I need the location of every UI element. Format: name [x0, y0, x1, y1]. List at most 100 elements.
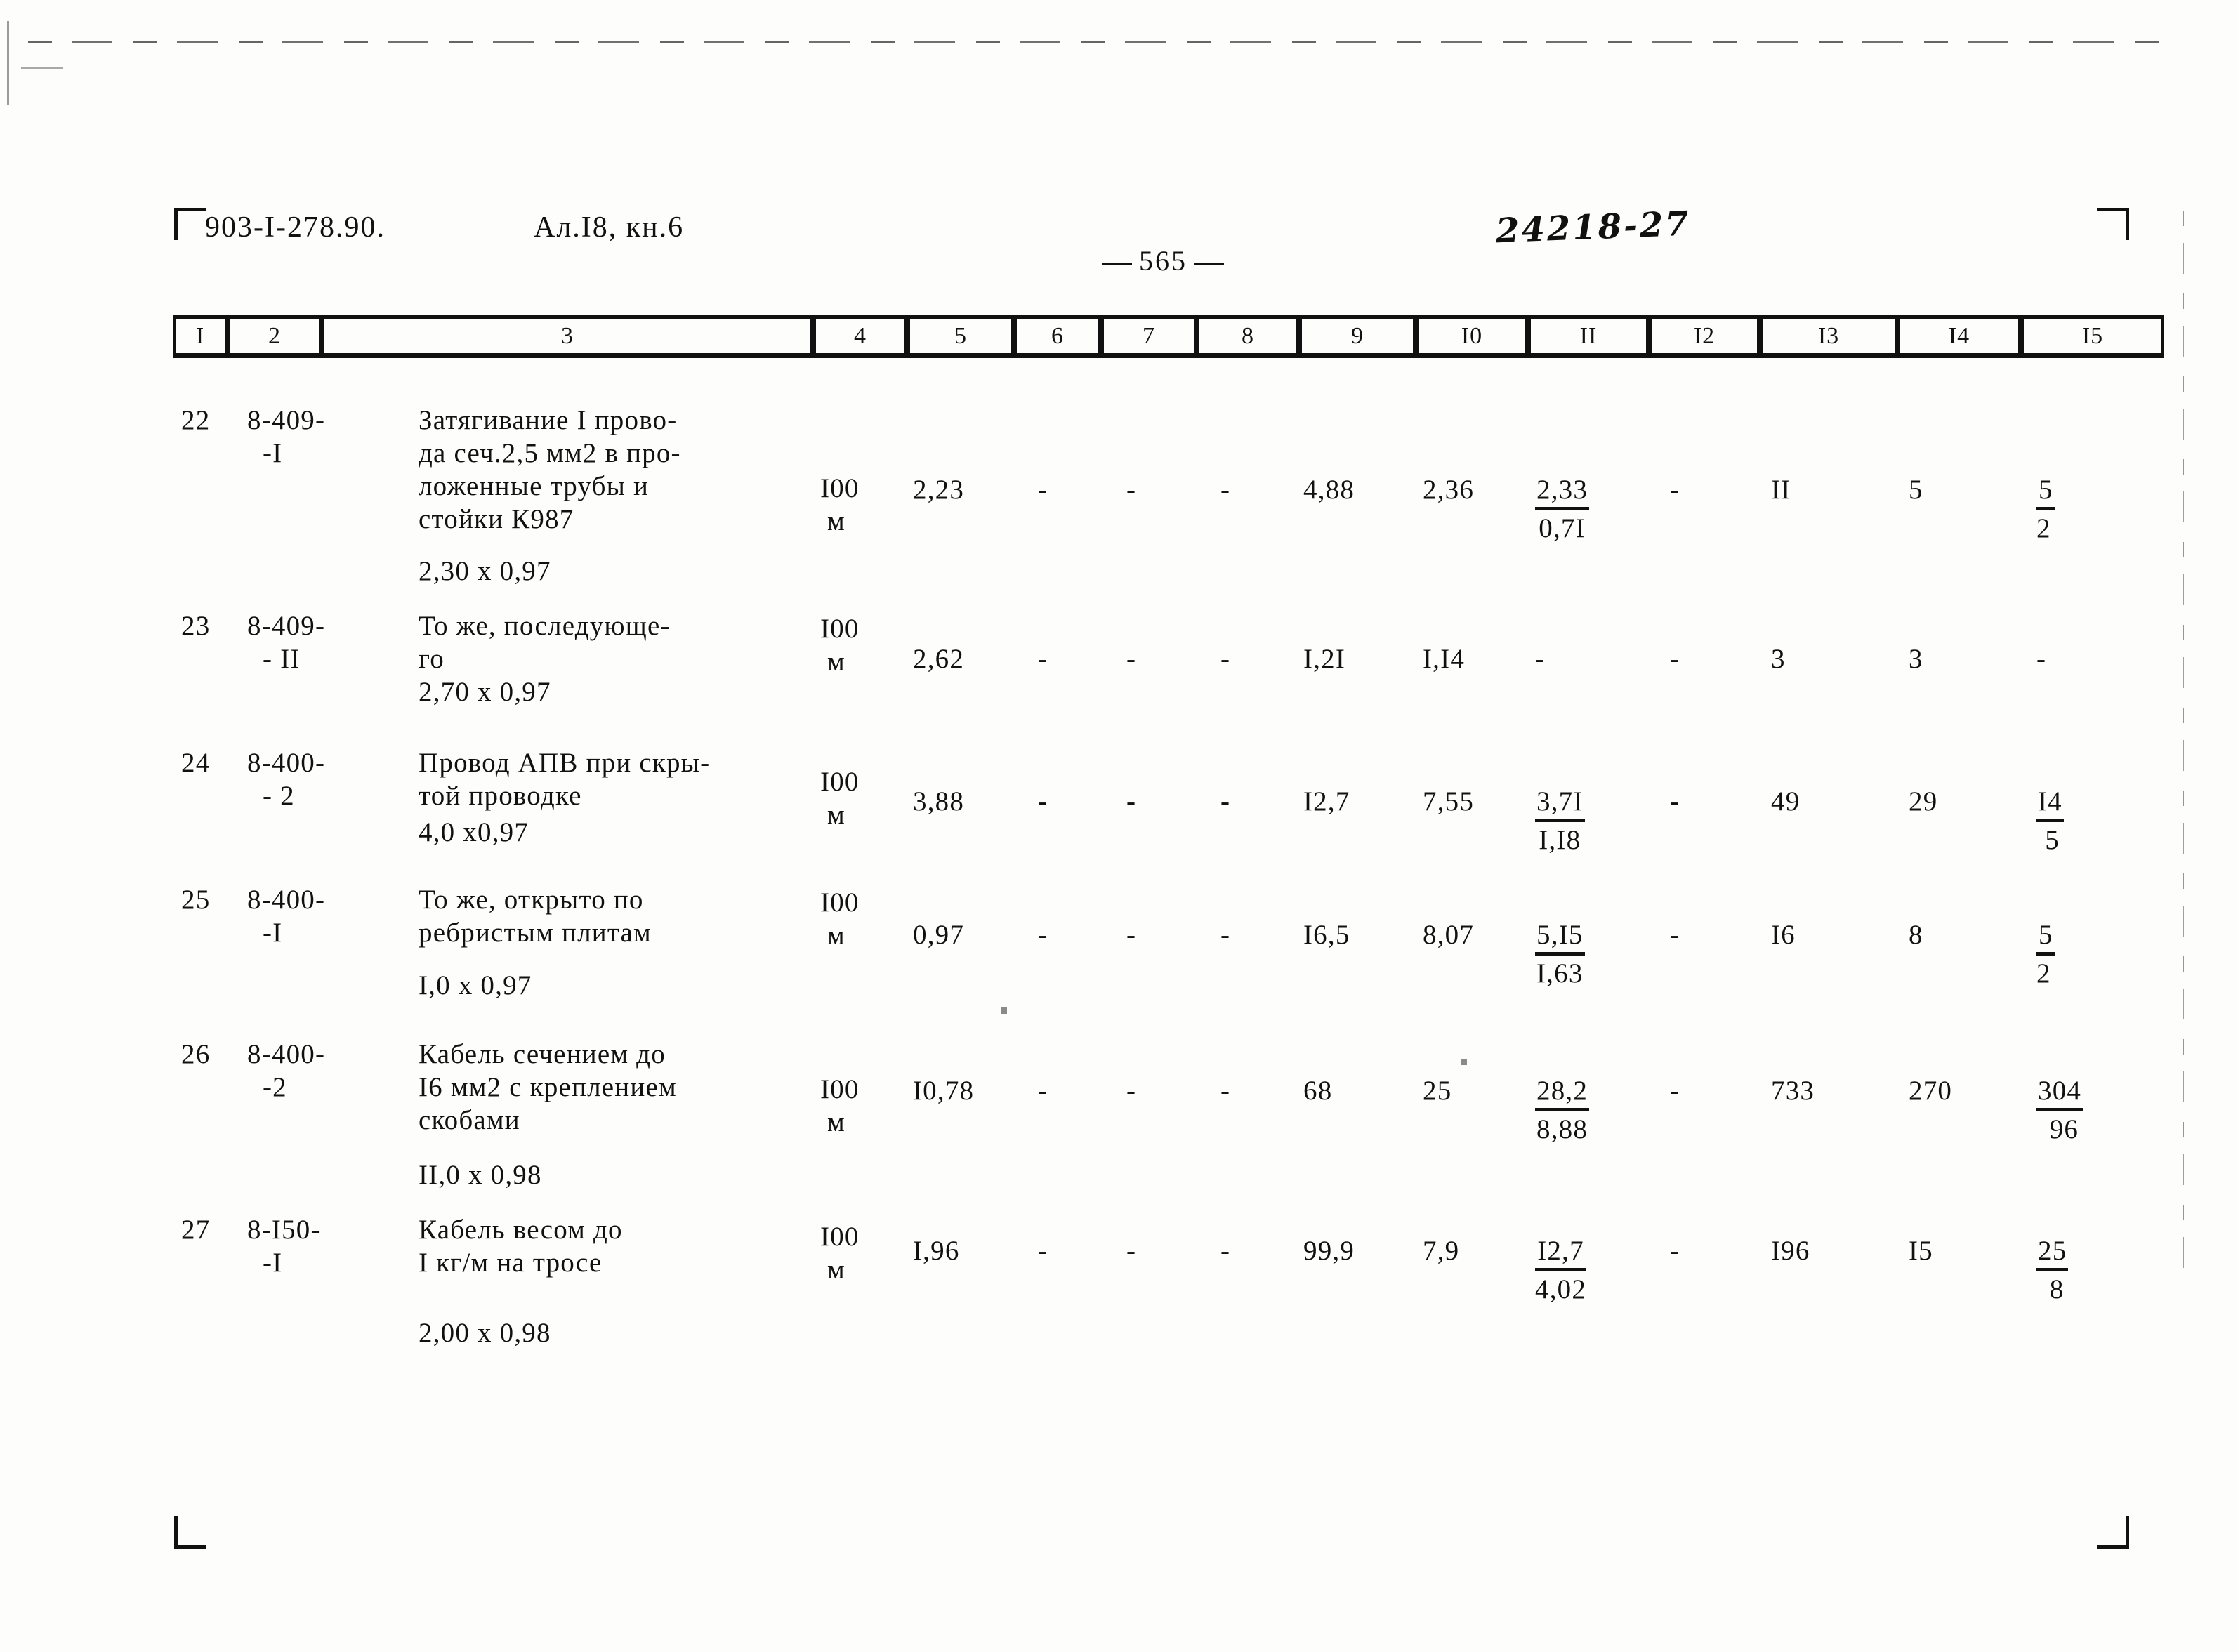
unit-measure: м	[827, 920, 845, 951]
unit-measure: м	[827, 1107, 845, 1137]
column-header-8: 8	[1197, 319, 1299, 353]
column-header-7: 7	[1101, 319, 1197, 353]
value-col-14: 270	[1909, 1076, 1953, 1106]
row-norm-code: 8-400- - 2	[247, 746, 353, 812]
row-unit: I00 м	[820, 472, 919, 538]
value-col-8: -	[1220, 1076, 1231, 1106]
row-unit: I00 м	[820, 886, 919, 952]
value-col-11-numerator: 5,I5	[1535, 918, 1585, 956]
scan-edge-artifact-left	[7, 21, 9, 105]
page-number: 565	[1095, 244, 1231, 277]
value-col-15: 25 8	[2036, 1234, 2114, 1306]
corner-mark-bottom-right	[2097, 1516, 2129, 1549]
value-col-11-numerator: 3,7I	[1535, 785, 1585, 822]
unit-quantity: I00	[820, 1222, 860, 1252]
description-line-1: Кабель сечением до	[419, 1039, 666, 1069]
value-col-11: 5,I5 I,63	[1535, 918, 1640, 990]
row-position-number: 23	[181, 611, 211, 641]
row-norm-code: 8-400- -I	[247, 883, 353, 949]
value-col-10: 7,55	[1423, 786, 1475, 817]
corner-mark-bottom-left	[174, 1516, 206, 1549]
value-col-8: -	[1220, 644, 1231, 674]
row-unit: I00 м	[820, 1220, 919, 1286]
description-line-1: Затягивание I прово-	[419, 405, 678, 435]
value-col-9: I2,7	[1303, 786, 1350, 817]
value-col-6: -	[1038, 786, 1048, 817]
column-header-2: 2	[228, 319, 322, 353]
norm-code-line-1: 8-409-	[247, 405, 326, 435]
unit-measure: м	[827, 506, 845, 536]
value-col-10: 25	[1423, 1076, 1452, 1106]
row-position-number: 25	[181, 885, 211, 915]
column-header-13: I3	[1760, 319, 1897, 353]
value-col-13: II	[1771, 475, 1791, 505]
page-number-value: 565	[1139, 245, 1187, 277]
unit-quantity: I00	[820, 1074, 860, 1104]
value-col-5: I0,78	[913, 1076, 975, 1106]
norm-code-line-2: - II	[263, 644, 301, 674]
norm-code-line-1: 8-400-	[247, 748, 326, 778]
value-col-10: 2,36	[1423, 475, 1475, 505]
value-col-14: I5	[1909, 1236, 1933, 1266]
value-col-11: -	[1535, 644, 1546, 674]
row-unit: I00 м	[820, 1073, 919, 1139]
value-col-8: -	[1220, 1236, 1231, 1266]
value-col-11-denominator: 0,7I	[1539, 513, 1586, 543]
value-col-9: I,2I	[1303, 644, 1346, 674]
unit-quantity: I00	[820, 473, 860, 503]
scan-speck	[1461, 1059, 1467, 1065]
value-col-13: I96	[1771, 1236, 1810, 1266]
value-col-13: I6	[1771, 920, 1796, 950]
scan-speck	[1001, 1007, 1007, 1014]
norm-code-line-2: -I	[263, 1248, 283, 1278]
norm-code-line-2: -I	[263, 918, 283, 948]
norm-code-line-2: -I	[263, 438, 283, 468]
column-header-3: 3	[322, 319, 813, 353]
value-col-12: -	[1670, 1236, 1680, 1266]
row-norm-code: 8-400- -2	[247, 1038, 353, 1104]
value-col-10: I,I4	[1423, 644, 1466, 674]
value-col-15-denominator: 8	[2049, 1274, 2065, 1304]
value-col-7: -	[1126, 1076, 1137, 1106]
value-col-6: -	[1038, 1236, 1048, 1266]
value-col-8: -	[1220, 786, 1231, 817]
value-col-11-denominator: I,I8	[1539, 825, 1581, 855]
unit-quantity: I00	[820, 614, 860, 644]
value-col-15: 52	[2036, 918, 2114, 990]
value-col-12: -	[1670, 920, 1680, 950]
value-col-12: -	[1670, 475, 1680, 505]
value-col-11-denominator: 8,88	[1536, 1114, 1588, 1144]
value-col-8: -	[1220, 475, 1231, 505]
document-code: 903-I-278.90.	[205, 211, 386, 244]
value-col-15-numerator: 5	[2036, 473, 2055, 510]
value-col-5: 2,23	[913, 475, 965, 505]
value-col-9: 99,9	[1303, 1236, 1355, 1266]
value-col-5: I,96	[913, 1236, 960, 1266]
value-col-13: 49	[1771, 786, 1801, 817]
row-multiplier: 2,70 х 0,97	[419, 677, 551, 707]
table-column-header-row: I 2 3 4 5 6 7 8 9 I0 II I2 I3 I4 I5	[173, 315, 2164, 358]
column-header-15: I5	[2021, 319, 2164, 353]
album-reference: Ал.I8, кн.6	[534, 211, 685, 244]
unit-measure: м	[827, 800, 845, 830]
value-col-5: 0,97	[913, 920, 965, 950]
column-header-12: I2	[1649, 319, 1760, 353]
unit-measure: м	[827, 1255, 845, 1285]
column-header-4: 4	[813, 319, 907, 353]
norm-code-line-2: - 2	[263, 781, 295, 811]
value-col-7: -	[1126, 786, 1137, 817]
value-col-13: 733	[1771, 1076, 1815, 1106]
value-col-15-numerator: 5	[2036, 918, 2055, 956]
unit-quantity: I00	[820, 887, 860, 918]
value-col-15: 52	[2036, 473, 2114, 545]
row-norm-code: 8-409- - II	[247, 609, 353, 675]
value-col-15: 304 96	[2036, 1074, 2114, 1146]
corner-mark-top-left	[174, 208, 206, 240]
value-col-5: 2,62	[913, 644, 965, 674]
value-col-15-denominator: 5	[2045, 825, 2060, 855]
value-col-14: 29	[1909, 786, 1938, 817]
norm-code-line-1: 8-400-	[247, 885, 326, 915]
value-col-6: -	[1038, 1076, 1048, 1106]
value-col-15: -	[2036, 644, 2047, 674]
corner-mark-top-right	[2097, 208, 2129, 240]
